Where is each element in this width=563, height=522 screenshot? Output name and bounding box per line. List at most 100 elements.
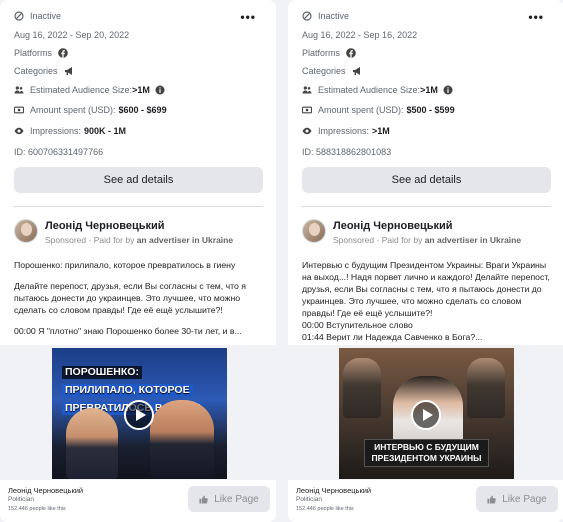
megaphone-icon [64,66,74,76]
audience-label: Estimated Audience Size: [30,85,133,95]
divider [14,206,263,207]
body-line: Делайте перепост, друзья, если Вы соглас… [14,281,246,315]
advertiser-name: an advertiser in Ukraine [136,235,234,245]
footer-likes-count: 152,446 people like this [8,506,66,512]
page-name-link[interactable]: Леонід Черновецький [333,220,453,232]
impressions-label: Impressions: [318,126,370,136]
impressions-value: >1M [372,126,390,136]
see-ad-details-button[interactable]: See ad details [14,167,263,193]
footer-page-category: Politician [296,496,323,503]
more-icon[interactable]: ••• [240,10,256,24]
like-page-label: Like Page [214,493,259,505]
categories-label: Categories [14,66,58,76]
eye-icon [302,126,312,136]
body-line: 00:00 Я "плотно" знаю Порошенко более 30… [14,326,242,336]
thumbs-up-icon [199,495,208,504]
body-line: Интервью с будущим Президентом Украины: … [302,260,550,318]
body-line: 01:44 Верит ли Надежда Савченко в Бога?.… [302,332,483,342]
audience-label: Estimated Audience Size: [318,85,421,95]
categories-row: Categories [14,66,80,76]
more-icon[interactable]: ••• [528,10,544,24]
sponsored-line: Sponsored · Paid for by an advertiser in… [45,235,233,245]
ad-card: Inactive ••• Aug 16, 2022 - Sep 16, 2022… [288,0,563,522]
amount-label: Amount spent (USD): [30,105,116,115]
person-image [343,358,381,418]
divider [302,206,551,207]
video-thumbnail[interactable]: ПОРОШЕНКО: ПРИЛИПАЛО, КОТОРОЕ ПРЕВРАТИЛО… [52,348,227,479]
ad-id: ID: 600706331497766 [14,147,104,157]
inactive-status-icon [14,11,24,21]
audience-value: >1M [420,85,438,95]
ad-body-text: Порошенко: прилипало, которое превратило… [14,259,264,337]
date-range: Aug 16, 2022 - Sep 16, 2022 [302,30,418,40]
platforms-row: Platforms [302,48,362,58]
like-page-button[interactable]: Like Page [188,486,270,512]
impressions-value: 900K - 1M [84,126,127,136]
ad-body-text: Интервью с будущим Президентом Украины: … [302,259,552,343]
money-icon [14,105,24,115]
sponsored-label: Sponsored [333,235,375,245]
impressions-row: Impressions: >1M [302,126,390,136]
status-text: Inactive [318,11,350,21]
audience-row: Estimated Audience Size: >1M [14,85,171,95]
people-icon [302,85,312,95]
thumbs-up-icon [487,495,496,504]
megaphone-icon [352,66,362,76]
video-caption: ИНТЕРВЬЮ С БУДУЩИМ ПРЕЗИДЕНТОМ УКРАИНЫ [364,439,489,467]
platforms-row: Platforms [14,48,74,58]
eye-icon [14,126,24,136]
impressions-row: Impressions: 900K - 1M [14,126,126,136]
video-thumbnail[interactable]: ИНТЕРВЬЮ С БУДУЩИМ ПРЕЗИДЕНТОМ УКРАИНЫ [339,348,514,479]
advertiser-name: an advertiser in Ukraine [424,235,522,245]
body-line: Порошенко: прилипало, которое превратило… [14,260,236,270]
status-row: Inactive [302,11,349,21]
person-image [66,408,118,479]
person-image [150,400,214,479]
see-ad-details-button[interactable]: See ad details [302,167,551,193]
video-headline-line: ПОРОШЕНКО: [62,366,142,379]
facebook-icon [346,48,356,58]
ad-id: ID: 588318862801083 [302,147,392,157]
amount-value: $600 - $699 [118,105,167,115]
media-area: ПОРОШЕНКО: ПРИЛИПАЛО, КОТОРОЕ ПРЕВРАТИЛО… [0,345,276,480]
platforms-label: Platforms [302,48,341,58]
ad-card: Inactive ••• Aug 16, 2022 - Sep 20, 2022… [0,0,276,522]
footer-page-name[interactable]: Леонід Черновецький [8,486,83,495]
platforms-label: Platforms [14,48,53,58]
paid-for-label: · Paid for by [88,235,135,245]
date-range: Aug 16, 2022 - Sep 20, 2022 [14,30,130,40]
footer-page-category: Politician [8,496,35,503]
video-caption-line: ИНТЕРВЬЮ С БУДУЩИМ [374,442,479,452]
categories-label: Categories [302,66,346,76]
info-icon[interactable] [443,85,453,95]
avatar[interactable] [14,219,38,243]
paid-for-label: · Paid for by [376,235,423,245]
audience-row: Estimated Audience Size: >1M [302,85,459,95]
people-icon [14,85,24,95]
money-icon [302,105,312,115]
facebook-icon [58,48,68,58]
sponsored-label: Sponsored [45,235,87,245]
impressions-label: Impressions: [30,126,82,136]
like-page-button[interactable]: Like Page [476,486,558,512]
body-line: 00:00 Вступительное слово [302,320,413,330]
video-caption-line: ПРЕЗИДЕНТОМ УКРАИНЫ [371,453,482,463]
inactive-status-icon [302,11,312,21]
page-name-link[interactable]: Леонід Черновецький [45,220,165,232]
amount-row: Amount spent (USD): $500 - $599 [302,105,455,115]
media-area: ИНТЕРВЬЮ С БУДУЩИМ ПРЕЗИДЕНТОМ УКРАИНЫ [288,345,563,480]
play-icon[interactable] [411,400,441,430]
amount-value: $500 - $599 [406,105,455,115]
footer-page-name[interactable]: Леонід Черновецький [296,486,371,495]
amount-row: Amount spent (USD): $600 - $699 [14,105,167,115]
audience-value: >1M [132,85,150,95]
status-text: Inactive [30,11,62,21]
categories-row: Categories [302,66,368,76]
footer-likes-count: 152,446 people like this [296,506,354,512]
info-icon[interactable] [155,85,165,95]
person-image [467,358,505,418]
avatar[interactable] [302,219,326,243]
like-page-label: Like Page [502,493,547,505]
status-row: Inactive [14,11,61,21]
play-icon[interactable] [124,400,154,430]
